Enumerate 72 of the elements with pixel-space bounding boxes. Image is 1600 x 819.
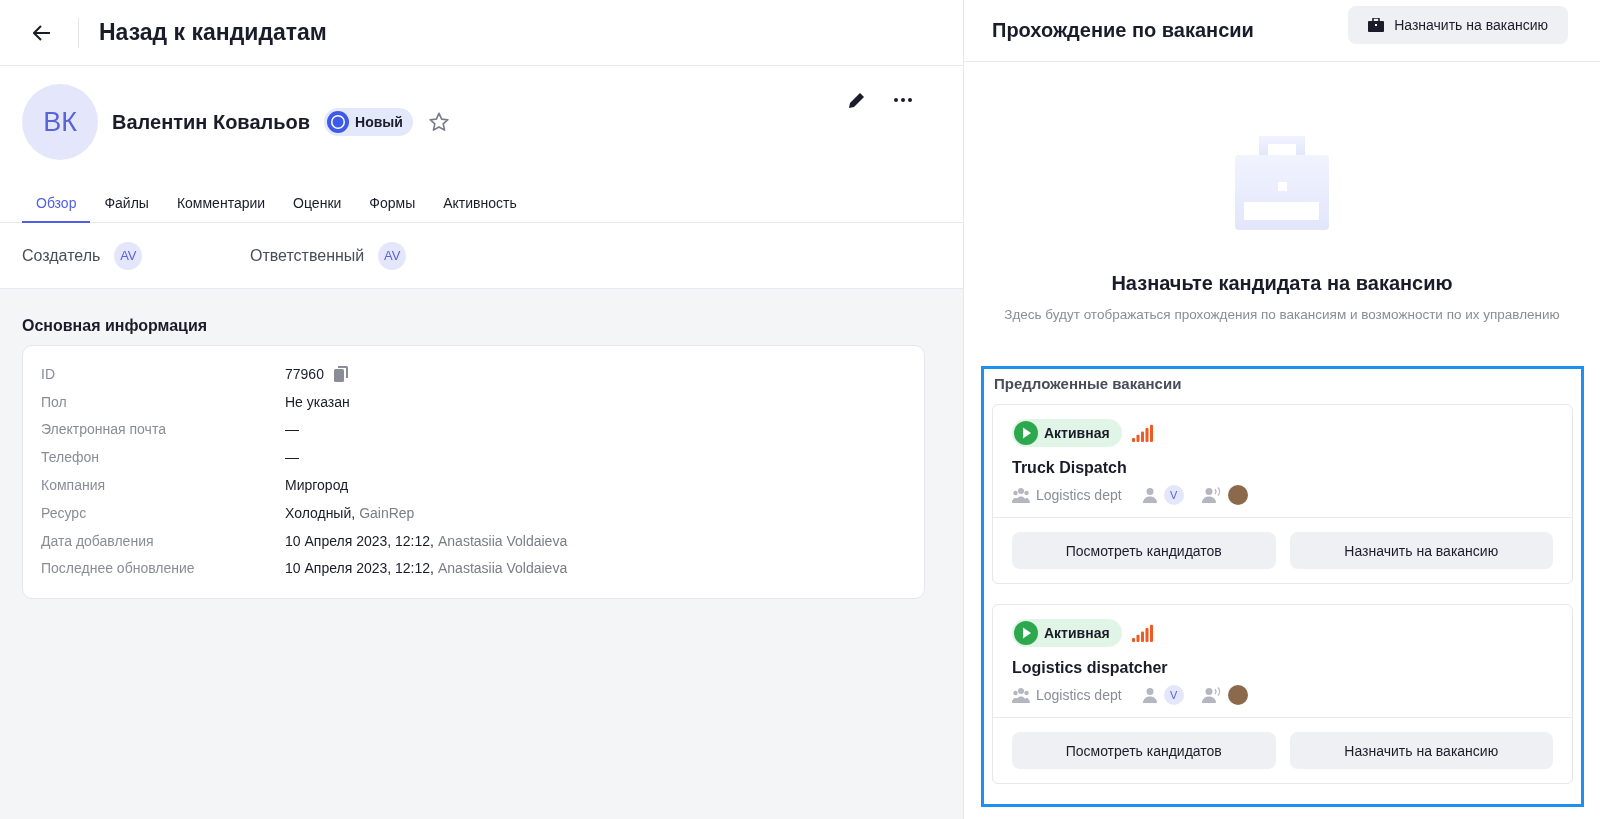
star-button[interactable] — [426, 110, 451, 134]
vacancy-action-button[interactable]: Посмотреть кандидатов — [1012, 732, 1276, 769]
field-label: Последнее обновление — [41, 560, 196, 577]
star-icon — [427, 111, 450, 133]
pencil-icon — [847, 90, 867, 110]
page-title: Назад к кандидатам — [99, 19, 327, 46]
field-value: — — [285, 449, 299, 466]
field-value: 10 Апреля 2023, 12:12, — [285, 560, 434, 577]
briefcase-icon — [1235, 136, 1329, 230]
copy-icon[interactable] — [333, 365, 348, 382]
user-avatar: AV — [114, 241, 143, 270]
tab[interactable]: Активность — [429, 186, 531, 223]
vacancy-action-button[interactable]: Посмотреть кандидатов — [1012, 532, 1276, 569]
field-value: Миргород — [285, 477, 349, 494]
department: Logistics dept — [1036, 487, 1122, 503]
more-icon — [893, 97, 913, 103]
vacancy-title: Logistics dispatcher — [1012, 659, 1169, 677]
photo-placeholder — [1227, 485, 1248, 505]
briefcase-icon — [1368, 17, 1385, 32]
section-title: Предложенные вакансии — [994, 375, 1183, 392]
field-value: — — [285, 421, 299, 438]
field-value: Холодный, — [285, 504, 356, 521]
field-label: Ресурс — [41, 504, 88, 521]
tab[interactable]: Комментарии — [162, 186, 280, 223]
tab[interactable]: Формы — [355, 186, 430, 223]
status-chip: Активная — [1012, 419, 1122, 447]
photo-placeholder — [1227, 685, 1248, 705]
signal-bars-icon — [1131, 424, 1154, 442]
section-title: Основная информация — [22, 317, 209, 335]
field-value: Не указан — [285, 393, 350, 410]
field-secondary-value: GainRep — [359, 504, 415, 521]
panel-title: Прохождение по вакансии — [992, 19, 1254, 42]
candidate-name: Валентин Ковальов — [112, 110, 311, 134]
field-label: Компания — [41, 477, 107, 494]
recruiter-avatar: V — [1163, 485, 1184, 505]
department: Logistics dept — [1036, 687, 1122, 703]
status-dot-icon — [327, 111, 350, 133]
team-icon — [1012, 687, 1030, 703]
field-label: ID — [41, 365, 56, 382]
field-value: 77960 — [285, 365, 324, 382]
field-label: Дата добавления — [41, 532, 155, 549]
play-icon — [1014, 421, 1038, 445]
empty-description: Здесь будут отображаться прохождения по вакансиям и возможности по их управлению — [1004, 307, 1560, 322]
signal-bars-icon — [1131, 624, 1154, 642]
user-avatar: AV — [378, 241, 407, 270]
candidate-avatar: ВК — [22, 84, 98, 160]
field-value: 10 Апреля 2023, 12:12, — [285, 532, 434, 549]
vacancy-action-button[interactable]: Назначить на вакансию — [1289, 532, 1553, 569]
recruiter-avatar: V — [1163, 685, 1184, 705]
tab[interactable]: Оценки — [279, 186, 356, 223]
field-label: Телефон — [41, 449, 101, 466]
team-icon — [1012, 487, 1030, 503]
speaking-person-icon — [1201, 487, 1222, 503]
person-icon — [1141, 487, 1158, 503]
field-label: Электронная почта — [41, 421, 167, 438]
speaking-person-icon — [1201, 687, 1222, 703]
tab[interactable]: Файлы — [90, 186, 163, 223]
person-label: Ответственный — [250, 246, 365, 265]
status-chip: Новый — [324, 108, 413, 136]
empty-title: Назначьте кандидата на вакансию — [1111, 272, 1453, 295]
vacancy-action-button[interactable]: Назначить на вакансию — [1289, 732, 1553, 769]
person-icon — [1141, 687, 1158, 703]
field-secondary-value: Anastasiia Voldaieva — [438, 560, 568, 577]
person-label: Создатель — [22, 246, 101, 265]
status-chip: Активная — [1012, 619, 1122, 647]
tab[interactable]: Обзор — [22, 186, 91, 223]
play-icon — [1014, 621, 1038, 645]
vacancy-title: Truck Dispatch — [1012, 459, 1128, 477]
assign-button[interactable]: Назначить на вакансию — [1348, 5, 1568, 44]
back-arrow-icon — [33, 24, 51, 41]
field-secondary-value: Anastasiia Voldaieva — [438, 532, 568, 549]
field-label: Пол — [41, 393, 68, 410]
